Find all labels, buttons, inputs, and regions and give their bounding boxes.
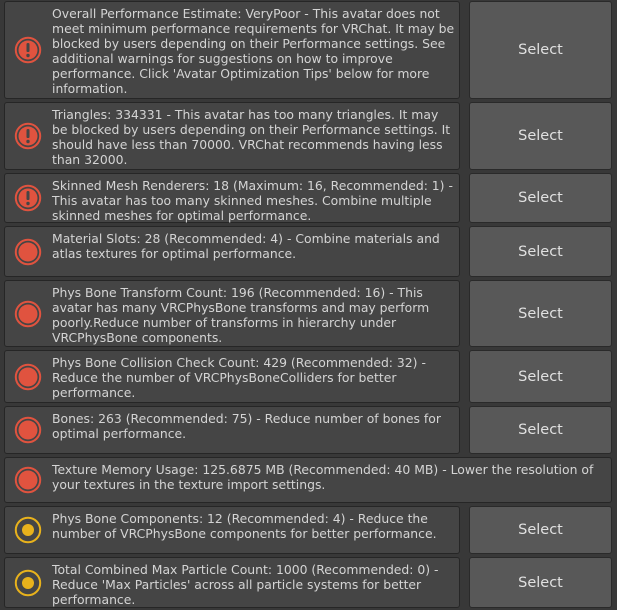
performance-warnings-list: Overall Performance Estimate: VeryPoor -… [0,0,617,610]
select-button[interactable]: Select [469,280,612,347]
red-circle-icon [14,363,42,391]
warning-text: Phys Bone Components: 12 (Recommended: 4… [52,511,437,541]
select-button[interactable]: Select [469,102,612,170]
warning-message-box: Phys Bone Collision Check Count: 429 (Re… [4,350,460,403]
warning-text: Skinned Mesh Renderers: 18 (Maximum: 16,… [52,178,453,223]
select-button[interactable]: Select [469,406,612,454]
warning-row: Phys Bone Transform Count: 196 (Recommen… [0,280,617,347]
warning-text: Material Slots: 28 (Recommended: 4) - Co… [52,231,440,261]
warning-text: Phys Bone Collision Check Count: 429 (Re… [52,355,426,400]
warning-message-box: Phys Bone Components: 12 (Recommended: 4… [4,506,460,554]
warning-text: Bones: 263 (Recommended: 75) - Reduce nu… [52,411,441,441]
select-button[interactable]: Select [469,1,612,99]
warning-text: Overall Performance Estimate: VeryPoor -… [52,6,455,96]
warning-row: Texture Memory Usage: 125.6875 MB (Recom… [0,457,617,503]
select-button[interactable]: Select [469,350,612,403]
red-circle-icon [14,416,42,444]
warning-row: Material Slots: 28 (Recommended: 4) - Co… [0,226,617,277]
warning-message-box: Phys Bone Transform Count: 196 (Recommen… [4,280,460,347]
warning-row: Phys Bone Collision Check Count: 429 (Re… [0,350,617,403]
warning-row: Skinned Mesh Renderers: 18 (Maximum: 16,… [0,173,617,223]
red-circle-icon [14,466,42,494]
warning-row: Triangles: 334331 - This avatar has too … [0,102,617,170]
exclamation-error-icon [14,36,42,64]
warning-row: Overall Performance Estimate: VeryPoor -… [0,1,617,99]
exclamation-error-icon [14,184,42,212]
red-circle-icon [14,300,42,328]
warning-message-box: Bones: 263 (Recommended: 75) - Reduce nu… [4,406,460,454]
yellow-circle-icon [14,569,42,597]
warning-text: Phys Bone Transform Count: 196 (Recommen… [52,285,430,345]
warning-message-box: Overall Performance Estimate: VeryPoor -… [4,1,460,99]
red-circle-icon [14,238,42,266]
warning-message-box: Triangles: 334331 - This avatar has too … [4,102,460,170]
warning-message-box: Total Combined Max Particle Count: 1000 … [4,557,460,608]
warning-text: Texture Memory Usage: 125.6875 MB (Recom… [52,462,594,492]
select-button[interactable]: Select [469,226,612,277]
warning-row: Total Combined Max Particle Count: 1000 … [0,557,617,608]
warning-text: Triangles: 334331 - This avatar has too … [52,107,451,167]
warning-row: Bones: 263 (Recommended: 75) - Reduce nu… [0,406,617,454]
exclamation-error-icon [14,122,42,150]
yellow-circle-icon [14,516,42,544]
warning-row: Phys Bone Components: 12 (Recommended: 4… [0,506,617,554]
warning-message-box: Texture Memory Usage: 125.6875 MB (Recom… [4,457,612,503]
warning-message-box: Material Slots: 28 (Recommended: 4) - Co… [4,226,460,277]
warning-text: Total Combined Max Particle Count: 1000 … [52,562,439,607]
select-button[interactable]: Select [469,557,612,608]
select-button[interactable]: Select [469,173,612,223]
warning-message-box: Skinned Mesh Renderers: 18 (Maximum: 16,… [4,173,460,223]
select-button[interactable]: Select [469,506,612,554]
